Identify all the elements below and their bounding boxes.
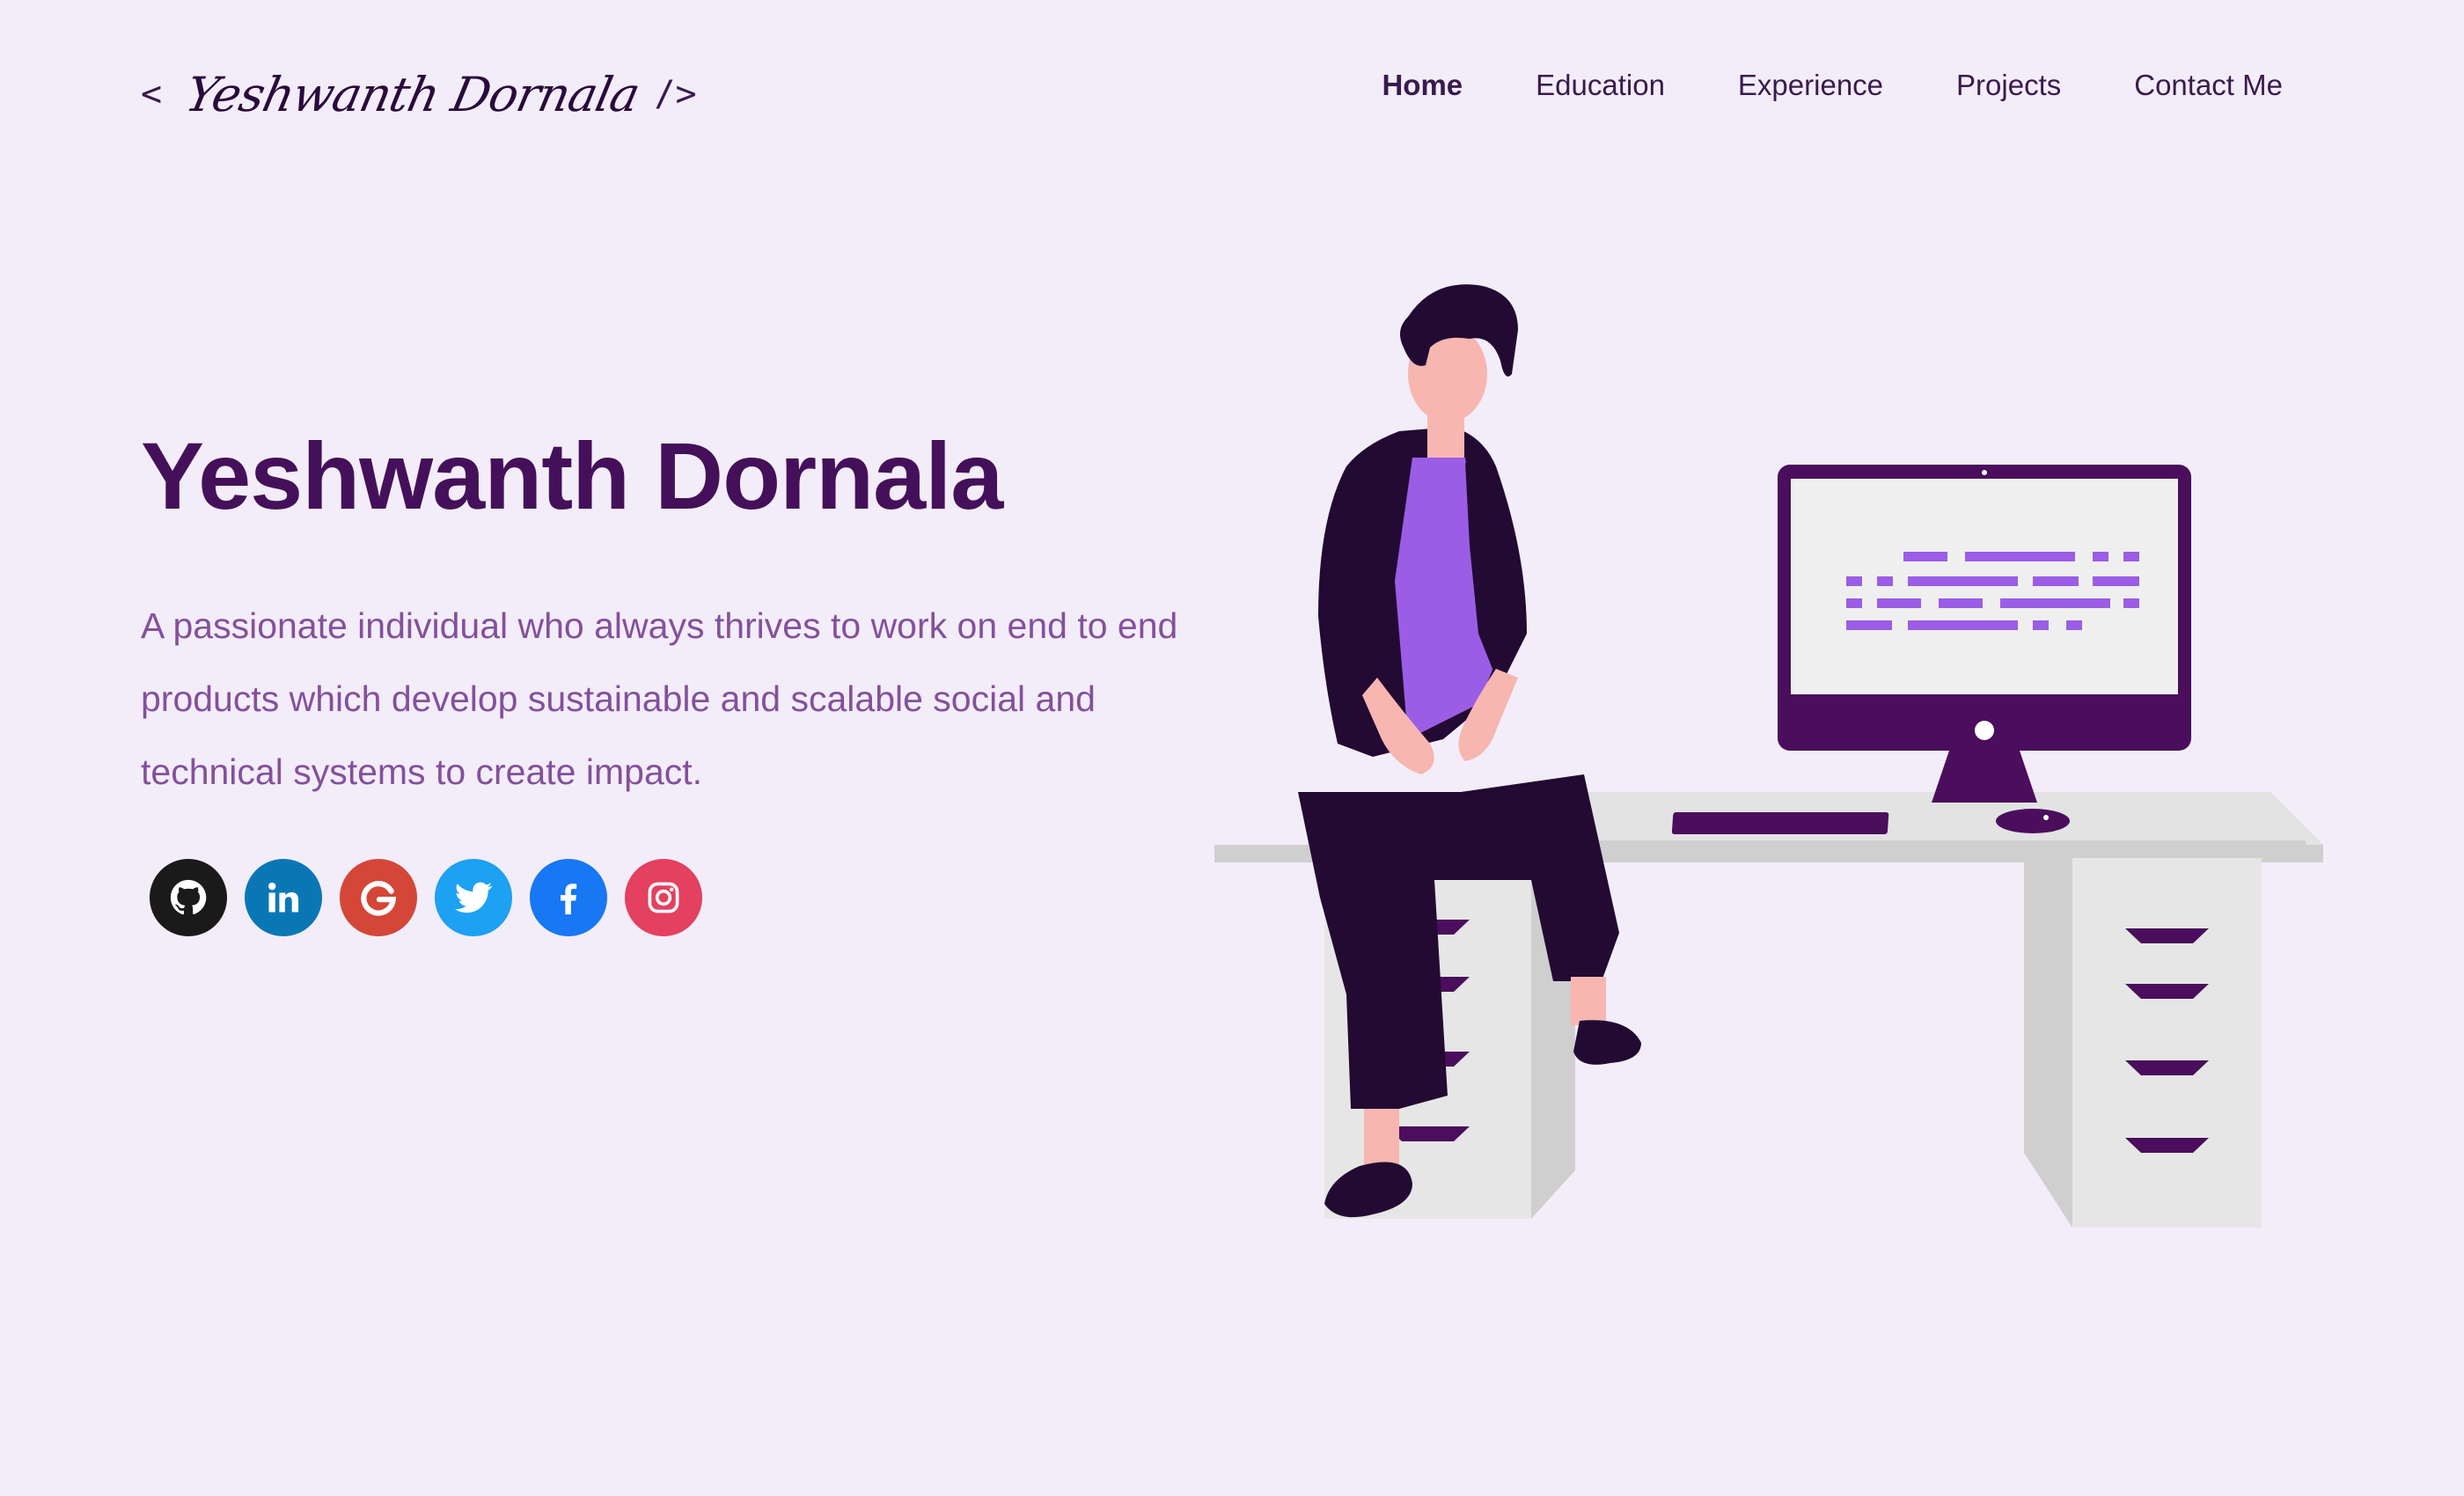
linkedin-link[interactable] xyxy=(245,859,322,936)
logo-name: Yeshwanth Dornala xyxy=(180,66,645,122)
twitter-icon xyxy=(454,882,493,913)
google-link[interactable] xyxy=(340,859,417,936)
nav-contact-me[interactable]: Contact Me xyxy=(2134,69,2283,102)
nav-education[interactable]: Education xyxy=(1536,69,1665,102)
github-link[interactable] xyxy=(150,859,227,936)
facebook-icon xyxy=(560,884,577,915)
linkedin-icon xyxy=(268,882,299,913)
developer-illustration xyxy=(1214,284,2323,1228)
site-logo[interactable]: < Yeshwanth Dornala /> xyxy=(141,55,697,134)
nav-home[interactable]: Home xyxy=(1382,69,1463,102)
twitter-link[interactable] xyxy=(435,859,512,936)
keyboard xyxy=(1671,812,1889,834)
nav-projects[interactable]: Projects xyxy=(1956,69,2061,102)
facebook-link[interactable] xyxy=(530,859,607,936)
hero-title: Yeshwanth Dornala xyxy=(141,422,1003,529)
instagram-icon xyxy=(648,882,679,913)
social-links xyxy=(150,859,702,936)
hero-description: A passionate individual who always thriv… xyxy=(141,605,1178,792)
google-icon xyxy=(361,881,397,916)
instagram-link[interactable] xyxy=(625,859,702,936)
monitor xyxy=(1778,465,2191,803)
logo-close-bracket: /> xyxy=(654,74,697,114)
github-icon xyxy=(170,879,207,915)
mouse xyxy=(1996,809,2070,833)
nav-experience[interactable]: Experience xyxy=(1738,69,1883,102)
logo-open-bracket: < xyxy=(141,74,163,114)
main-nav: Home Education Experience Projects Conta… xyxy=(1382,69,2283,102)
